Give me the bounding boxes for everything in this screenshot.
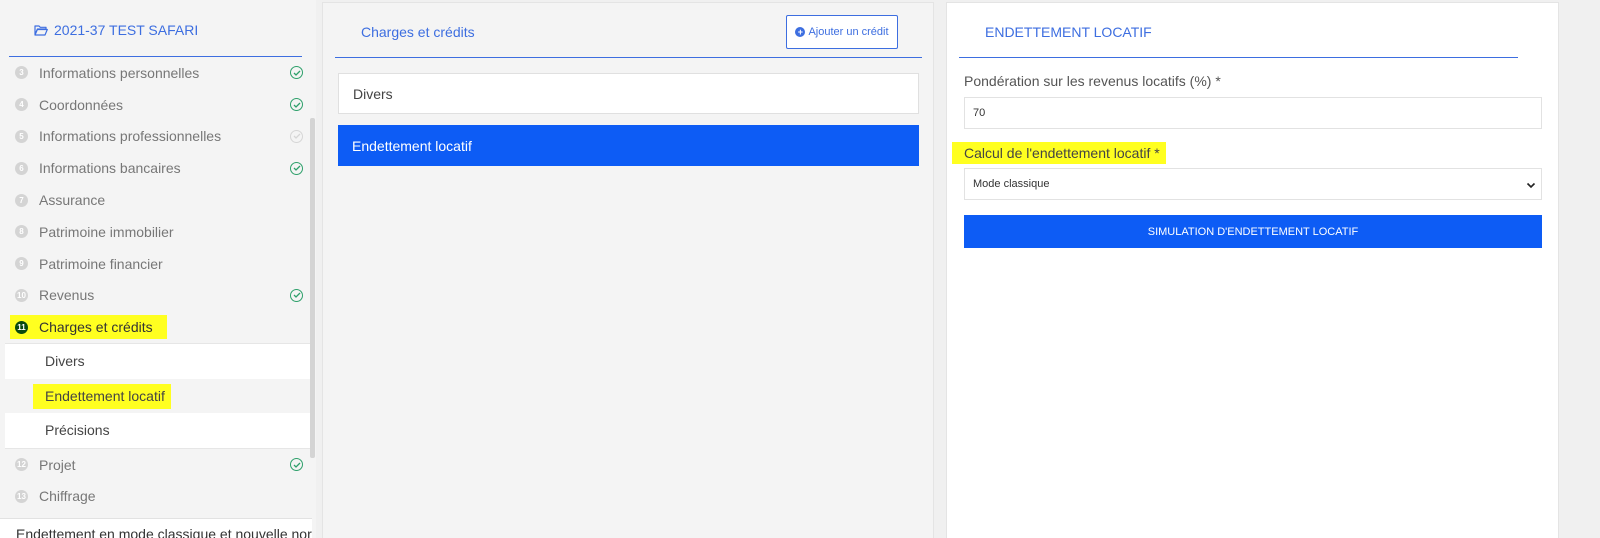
substep-endettement-locatif[interactable]: Endettement locatif	[5, 378, 310, 414]
step-label: Charges et crédits	[39, 319, 153, 336]
panel-title: ENDETTEMENT LOCATIF	[985, 24, 1152, 40]
check-circle-icon	[290, 161, 303, 175]
step-informations-professionnelles[interactable]: 5 Informations professionnelles	[0, 121, 310, 153]
step-number-badge: 11	[15, 320, 28, 334]
folder-open-icon	[34, 25, 48, 36]
step-label: Coordonnées	[39, 96, 124, 113]
credit-item-endettement-locatif[interactable]: Endettement locatif	[338, 125, 919, 166]
step-label: Projet	[39, 456, 76, 473]
sidebar: 2021-37 TEST SAFARI 3 Informations perso…	[0, 0, 316, 538]
step-label: Chiffrage	[39, 488, 96, 505]
step-number-badge: 8	[15, 225, 28, 239]
check-circle-icon	[290, 98, 303, 112]
calcul-mode-select[interactable]: Mode classique	[964, 168, 1542, 200]
select-value: Mode classique	[973, 178, 1050, 190]
step-number-badge: 6	[15, 161, 28, 175]
add-credit-label: Ajouter un crédit	[808, 26, 889, 38]
step-projet[interactable]: 12 Projet	[0, 449, 310, 481]
folder-label: 2021-37 TEST SAFARI	[54, 22, 199, 38]
step-label: Revenus	[39, 287, 95, 304]
substep-precisions[interactable]: Précisions	[5, 413, 310, 448]
sidebar-scrollbar[interactable]	[310, 118, 315, 458]
calcul-label: Calcul de l'endettement locatif *	[952, 142, 1166, 164]
step-informations-personnelles[interactable]: 3 Informations personnelles	[0, 57, 310, 89]
step-label: Informations personnelles	[39, 64, 200, 81]
steps-list: 3 Informations personnelles 4 Coordonnée…	[0, 57, 310, 512]
substeps-list: Divers Endettement locatif Précisions	[5, 343, 310, 449]
check-circle-icon	[290, 288, 303, 302]
page-background-strip	[1561, 0, 1600, 538]
item-label: Endettement locatif	[352, 137, 472, 154]
step-label: Assurance	[39, 192, 106, 209]
step-number-badge: 12	[15, 458, 28, 472]
ponderation-label: Pondération sur les revenus locatifs (%)…	[964, 73, 1221, 89]
step-charges-et-credits[interactable]: 11 Charges et crédits	[0, 311, 310, 343]
step-number-badge: 13	[15, 489, 28, 503]
endettement-panel: ENDETTEMENT LOCATIF Pondération sur les …	[946, 2, 1559, 538]
step-patrimoine-financier[interactable]: 9 Patrimoine financier	[0, 248, 310, 280]
panel-divider	[335, 57, 922, 58]
step-chiffrage[interactable]: 13 Chiffrage	[0, 480, 310, 512]
add-credit-button[interactable]: + Ajouter un crédit	[786, 15, 898, 49]
step-revenus[interactable]: 10 Revenus	[0, 280, 310, 312]
step-number-badge: 4	[15, 98, 28, 112]
check-circle-icon	[290, 66, 303, 80]
step-label: Patrimoine financier	[39, 255, 163, 272]
step-label: Informations professionnelles	[39, 128, 222, 145]
substep-label: Endettement locatif	[45, 387, 165, 404]
chevron-down-icon	[1526, 182, 1536, 189]
substep-divers[interactable]: Divers	[5, 344, 310, 379]
plus-circle-icon: +	[795, 27, 806, 37]
panel-title: Charges et crédits	[361, 24, 475, 40]
substep-label: Précisions	[45, 422, 110, 439]
credit-item-divers[interactable]: Divers	[338, 73, 919, 114]
substep-label: Divers	[45, 353, 85, 370]
step-label: Informations bancaires	[39, 160, 181, 177]
step-informations-bancaires[interactable]: 6 Informations bancaires	[0, 152, 310, 184]
step-label: Patrimoine immobilier	[39, 223, 174, 240]
step-patrimoine-immobilier[interactable]: 8 Patrimoine immobilier	[0, 216, 310, 248]
check-circle-icon	[290, 129, 303, 143]
folder-title[interactable]: 2021-37 TEST SAFARI	[34, 22, 198, 38]
step-coordonnees[interactable]: 4 Coordonnées	[0, 89, 310, 121]
footer-text: Endettement en mode classique et nouvell…	[16, 526, 312, 538]
sidebar-footer: Endettement en mode classique et nouvell…	[0, 518, 312, 538]
step-number-badge: 3	[15, 66, 28, 80]
panel-divider	[959, 57, 1518, 58]
check-circle-icon	[290, 458, 303, 472]
credits-panel: Charges et crédits + Ajouter un crédit D…	[322, 2, 934, 538]
ponderation-input[interactable]	[964, 97, 1542, 129]
simulation-button[interactable]: SIMULATION D'ENDETTEMENT LOCATIF	[964, 215, 1542, 248]
step-number-badge: 10	[15, 288, 28, 302]
step-assurance[interactable]: 7 Assurance	[0, 184, 310, 216]
step-number-badge: 7	[15, 193, 28, 207]
step-number-badge: 5	[15, 129, 28, 143]
item-label: Divers	[353, 85, 393, 102]
step-number-badge: 9	[15, 257, 28, 271]
